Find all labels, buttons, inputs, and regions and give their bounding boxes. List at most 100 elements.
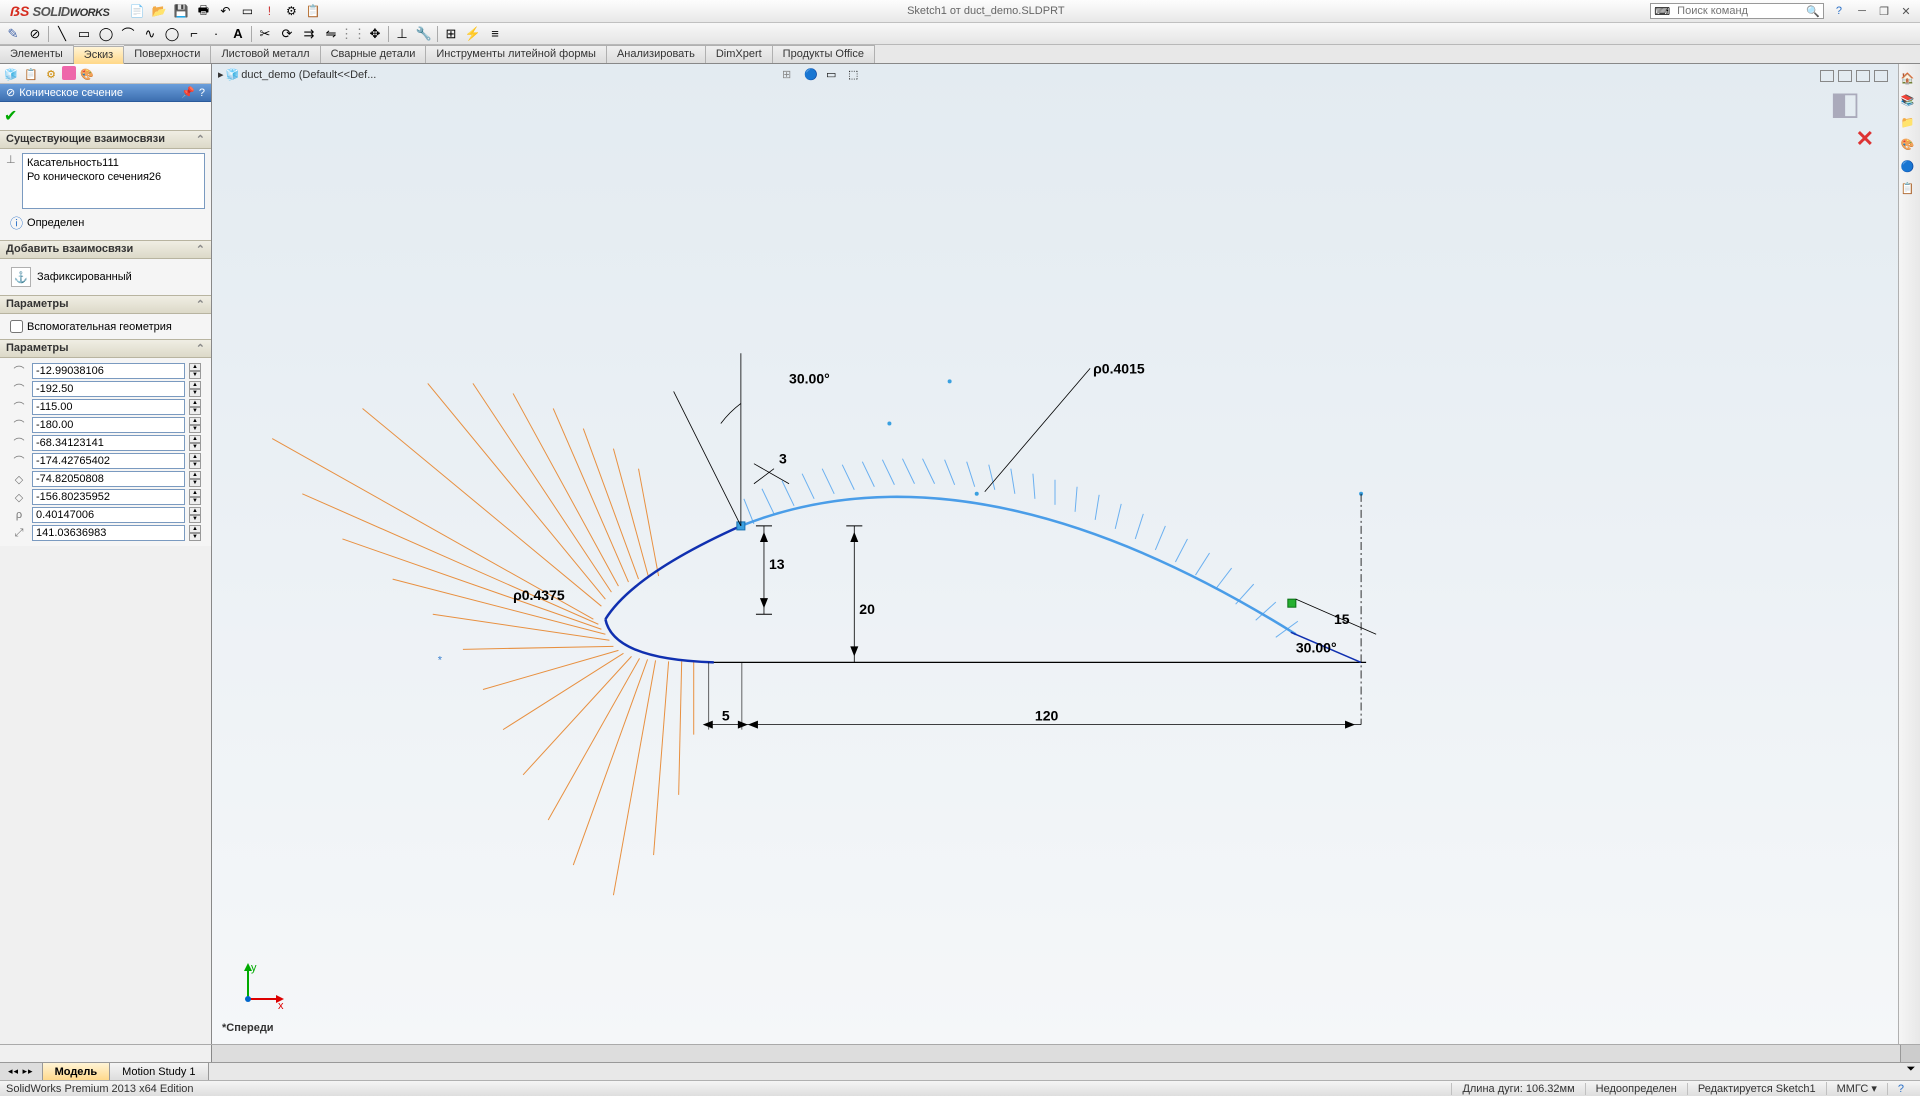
tab-sheetmetal[interactable]: Листовой металл [211,45,320,63]
collapse-icon[interactable]: ⏷ [1902,1063,1920,1080]
open-icon[interactable]: 📂 [151,3,167,19]
param-input[interactable] [32,453,185,469]
tab-mold-tools[interactable]: Инструменты литейной формы [426,45,607,63]
screen-capture-icon[interactable]: 📋 [305,3,321,19]
spin-down[interactable]: ▼ [189,497,201,505]
dim-13[interactable]: 13 [769,556,785,572]
single-view-icon[interactable] [1820,70,1834,82]
tab-model[interactable]: Модель [43,1063,111,1080]
param-input[interactable] [32,381,185,397]
four-view-icon[interactable] [1874,70,1888,82]
dim-5[interactable]: 5 [722,708,730,724]
feature-manager-tab-icon[interactable]: 🧊 [2,66,20,82]
two-view-v-icon[interactable] [1856,70,1870,82]
spin-up[interactable]: ▲ [189,525,201,533]
tab-features[interactable]: Элементы [0,45,74,63]
param-input[interactable] [32,435,185,451]
exit-sketch-icon[interactable]: ✎ [4,25,22,43]
feature-tree-flyout[interactable]: ▸ 🧊 duct_demo (Default<<Def... [218,68,376,81]
pattern-icon[interactable]: ⋮⋮ [344,25,362,43]
spin-down[interactable]: ▼ [189,407,201,415]
custom-props-icon[interactable]: 📋 [1901,182,1919,200]
list-item[interactable]: Касательность111 [25,156,202,170]
design-library-icon[interactable]: 📚 [1901,94,1919,112]
undo-icon[interactable]: ↶ [217,3,233,19]
spin-up[interactable]: ▲ [189,363,201,371]
save-icon[interactable]: 💾 [173,3,189,19]
graphics-area[interactable]: ▸ 🧊 duct_demo (Default<<Def... ⊞ 🔵 ▭ ⬚ ◧… [212,64,1898,1044]
point-icon[interactable]: · [207,25,225,43]
spin-down[interactable]: ▼ [189,515,201,523]
scroll-right-button[interactable] [1900,1045,1920,1062]
h-scrollbar[interactable] [212,1045,1900,1062]
fixed-relation-button[interactable]: ⚓ Зафиксированный [6,263,205,291]
rect-icon[interactable]: ▭ [75,25,93,43]
help-status-icon[interactable]: ? [1887,1083,1914,1095]
spin-down[interactable]: ▼ [189,479,201,487]
minimize-icon[interactable]: ─ [1852,5,1872,18]
search-input[interactable] [1673,4,1803,18]
view-orient-icon[interactable]: ▭ [826,68,844,86]
spin-down[interactable]: ▼ [189,461,201,469]
tab-dimxpert[interactable]: DimXpert [706,45,773,63]
relations-icon[interactable]: ⊥ [393,25,411,43]
two-view-h-icon[interactable] [1838,70,1852,82]
param-input[interactable] [32,399,185,415]
fillet-icon[interactable]: ⌐ [185,25,203,43]
param-input[interactable] [32,363,185,379]
list-item[interactable]: Ро конического сечения26 [25,170,202,184]
text-icon[interactable]: A [229,25,247,43]
display-manager-tab-icon[interactable]: 🎨 [78,66,96,82]
units-label[interactable]: ММГС ▾ [1826,1082,1887,1095]
arc-icon[interactable]: ⌒ [119,25,137,43]
resources-icon[interactable]: 🏠 [1901,72,1919,90]
new-icon[interactable]: 📄 [129,3,145,19]
spin-up[interactable]: ▲ [189,417,201,425]
ellipse-icon[interactable]: ◯ [163,25,181,43]
spin-down[interactable]: ▼ [189,443,201,451]
param-input[interactable] [32,507,185,523]
property-manager-tab-icon[interactable]: 📋 [22,66,40,82]
quick-snap-icon[interactable]: ⊞ [442,25,460,43]
spline-icon[interactable]: ∿ [141,25,159,43]
section-parameters-2[interactable]: Параметры⌃ [0,339,211,358]
instant-icon[interactable]: ≡ [486,25,504,43]
spin-down[interactable]: ▼ [189,389,201,397]
select-icon[interactable]: ▭ [239,3,255,19]
circle-icon[interactable]: ◯ [97,25,115,43]
param-input[interactable] [32,489,185,505]
repair-icon[interactable]: 🔧 [415,25,433,43]
param-input[interactable] [32,471,185,487]
spin-up[interactable]: ▲ [189,399,201,407]
dim-rho-left[interactable]: ρ0.4375 [513,587,565,603]
convert-icon[interactable]: ⟳ [278,25,296,43]
tree-node-label[interactable]: duct_demo (Default<<Def... [241,69,376,81]
cancel-sketch-icon[interactable]: ✕ [1856,126,1874,152]
spin-down[interactable]: ▼ [189,425,201,433]
offset-icon[interactable]: ⇉ [300,25,318,43]
ok-button[interactable]: ✔ [4,108,17,125]
display-style-icon[interactable]: ⬚ [848,68,866,86]
tab-sketch[interactable]: Эскиз [74,46,124,64]
dim-angle-top[interactable]: 30.00° [789,370,830,386]
expand-icon[interactable]: ▸ [218,68,224,81]
trim-icon[interactable]: ✂ [256,25,274,43]
spin-up[interactable]: ▲ [189,507,201,515]
rapid-icon[interactable]: ⚡ [464,25,482,43]
tab-surfaces[interactable]: Поверхности [124,45,211,63]
dim-angle-bottom[interactable]: 30.00° [1296,639,1337,655]
close-icon[interactable]: ✕ [1896,5,1916,18]
tab-evaluate[interactable]: Анализировать [607,45,706,63]
section-add-relations[interactable]: Добавить взаимосвязи⌃ [0,240,211,259]
dim-20[interactable]: 20 [859,601,875,617]
appearances-icon[interactable]: 🔵 [1901,160,1919,178]
help-icon[interactable]: ? [1830,5,1848,17]
spin-up[interactable]: ▲ [189,435,201,443]
param-input[interactable] [32,417,185,433]
dimxpert-tab-icon[interactable] [62,66,76,80]
spin-up[interactable]: ▲ [189,489,201,497]
zoom-fit-icon[interactable]: ⊞ [782,68,800,86]
pushpin-icon[interactable]: 📌 [181,86,195,99]
dim-3[interactable]: 3 [779,451,787,467]
dim-rho-right[interactable]: ρ0.4015 [1093,360,1145,376]
